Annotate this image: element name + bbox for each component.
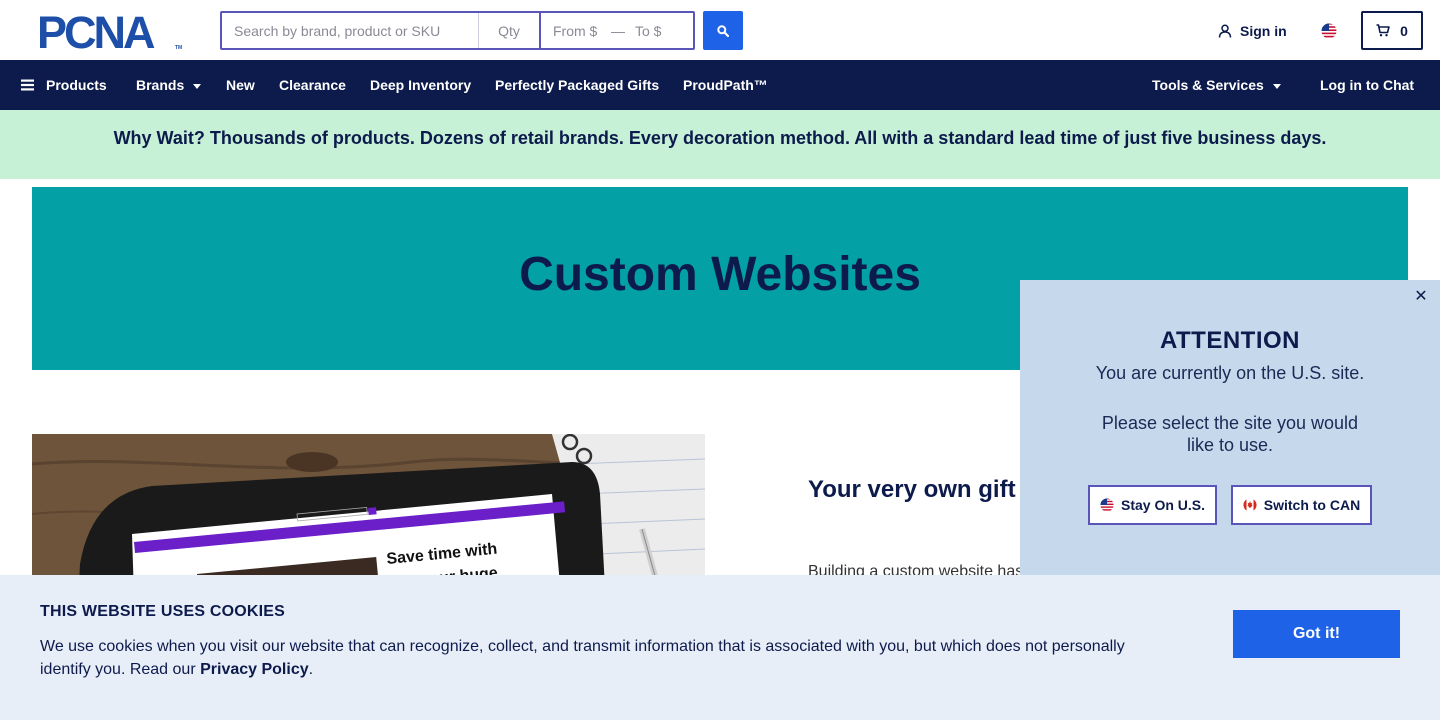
us-flag-icon[interactable] [1321, 23, 1337, 39]
nav-proudpath-label: ProudPath™ [683, 77, 768, 93]
close-icon[interactable]: ✕ [1412, 288, 1430, 306]
nav-tools-label: Tools & Services [1152, 77, 1264, 93]
logo-text: PCNA [37, 12, 155, 50]
pcna-logo[interactable]: PCNA TM [37, 12, 184, 50]
nav-brands-label: Brands [136, 77, 185, 93]
search-icon [717, 24, 729, 37]
nav-log-in-chat[interactable]: Log in to Chat [1320, 60, 1414, 110]
us-flag-icon [1100, 498, 1114, 512]
accept-cookies-button[interactable]: Got it! [1233, 610, 1400, 658]
stay-us-button[interactable]: Stay On U.S. [1088, 485, 1217, 525]
page-title: Custom Websites [519, 248, 921, 301]
promo-banner: Why Wait? Thousands of products. Dozens … [0, 110, 1440, 179]
switch-can-button[interactable]: Switch to CAN [1231, 485, 1372, 525]
main-nav: Products Brands New Clearance Deep Inven… [0, 60, 1440, 110]
popup-title: ATTENTION [1159, 327, 1301, 354]
cart-count: 0 [1400, 22, 1408, 39]
sign-in-link[interactable]: Sign in [1218, 22, 1287, 40]
cookie-title: THIS WEBSITE USES COOKIES [40, 603, 286, 620]
price-separator: — [611, 22, 625, 39]
popup-instruction: Please select the site you would like to… [1101, 413, 1359, 455]
nav-products-label: Products [46, 77, 107, 93]
nav-new-label: New [226, 77, 255, 93]
promo-text: Why Wait? Thousands of products. Dozens … [113, 127, 1327, 148]
nav-deep-inventory[interactable]: Deep Inventory [370, 60, 471, 110]
nav-products[interactable]: Products [21, 60, 107, 110]
logo-tm: TM [175, 45, 182, 50]
site-selector-popup: ✕ ATTENTION You are currently on the U.S… [1020, 280, 1440, 580]
top-header: PCNA TM Search by brand, product or SKU … [0, 0, 1440, 60]
qty-input[interactable]: Qty [479, 13, 541, 48]
search-button[interactable] [703, 11, 743, 50]
price-from-input[interactable]: From $ [541, 13, 607, 48]
nav-proudpath[interactable]: ProudPath™ [683, 60, 768, 110]
nav-clearance-label: Clearance [279, 77, 346, 93]
switch-can-label: Switch to CAN [1263, 497, 1361, 513]
chevron-down-icon [1272, 83, 1281, 89]
nav-clearance[interactable]: Clearance [279, 60, 346, 110]
search-input[interactable]: Search by brand, product or SKU [222, 13, 479, 48]
cookie-text: We use cookies when you visit our websit… [40, 635, 1150, 681]
nav-tools-services[interactable]: Tools & Services [1152, 60, 1281, 110]
nav-perfectly-packaged-gifts[interactable]: Perfectly Packaged Gifts [495, 60, 659, 110]
nav-brands[interactable]: Brands [136, 60, 202, 110]
chevron-down-icon [193, 83, 202, 89]
cookie-end: . [308, 661, 314, 678]
nav-chat-label: Log in to Chat [1320, 77, 1415, 93]
nav-deep-inventory-label: Deep Inventory [370, 77, 472, 93]
cookie-banner: THIS WEBSITE USES COOKIES We use cookies… [0, 575, 1440, 720]
cart-icon [1376, 24, 1390, 37]
price-to-input[interactable]: To $ [629, 13, 689, 48]
menu-icon [21, 79, 34, 91]
nav-new[interactable]: New [226, 60, 255, 110]
privacy-policy-link[interactable]: Privacy Policy [200, 661, 309, 678]
sign-in-label: Sign in [1240, 23, 1287, 39]
stay-us-label: Stay On U.S. [1120, 497, 1206, 513]
search-bar: Search by brand, product or SKU Qty From… [220, 11, 695, 50]
nav-gifts-label: Perfectly Packaged Gifts [495, 77, 660, 93]
popup-current-site: You are currently on the U.S. site. [1095, 363, 1365, 383]
canada-flag-icon [1243, 498, 1257, 512]
user-icon [1218, 24, 1232, 38]
cart-button[interactable]: 0 [1361, 11, 1423, 50]
